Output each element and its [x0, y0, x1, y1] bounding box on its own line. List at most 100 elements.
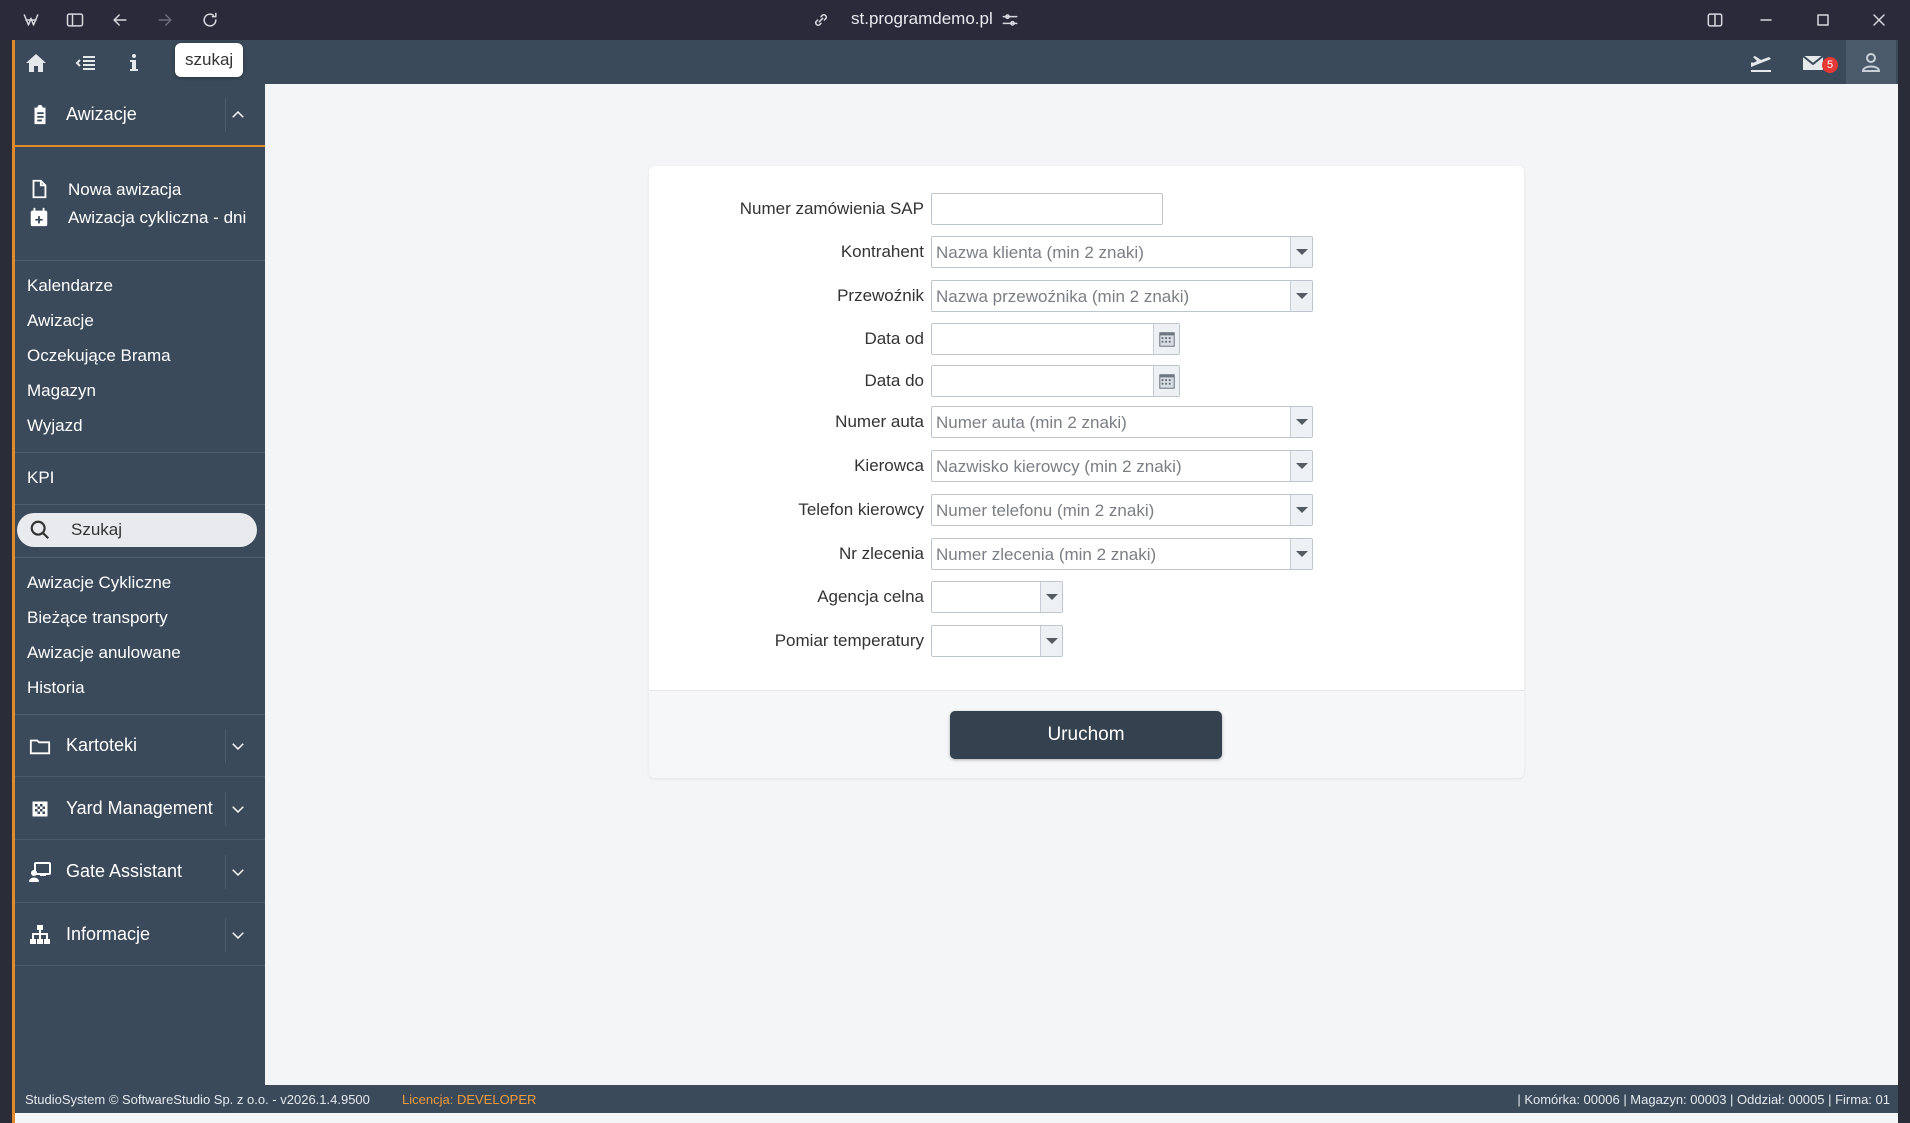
dropdown-arrow-icon[interactable] — [1290, 237, 1312, 267]
sidebar-item-magazyn[interactable]: Magazyn — [27, 381, 96, 401]
link-icon — [809, 8, 833, 32]
split-view-icon[interactable] — [1703, 8, 1727, 32]
sidebar-item-wyjazd[interactable]: Wyjazd — [27, 416, 83, 436]
dropdown-arrow-icon[interactable] — [1290, 451, 1312, 481]
app-logo-icon[interactable] — [19, 8, 43, 32]
form-row-data-od: Data od — [649, 323, 1524, 355]
data-do-input[interactable] — [931, 365, 1180, 397]
sitemap-icon — [28, 923, 52, 947]
dropdown-arrow-icon[interactable] — [1290, 495, 1312, 525]
form-row-data-do: Data do — [649, 365, 1524, 397]
field-label: Pomiar temperatury — [774, 631, 924, 650]
chevron-down-icon[interactable] — [228, 799, 248, 819]
field-label: Kontrahent — [840, 242, 924, 261]
numer-sap-input[interactable] — [931, 193, 1163, 225]
form-row-kierowca: Kierowca Nazwisko kierowcy (min 2 znaki) — [649, 450, 1524, 482]
sidebar-item-awizacje[interactable]: Awizacje — [27, 311, 94, 331]
sidebar-section-label: Kartoteki — [66, 735, 138, 755]
reload-icon[interactable] — [198, 8, 222, 32]
license-prefix: Licencja: — [402, 1092, 454, 1107]
field-label: Numer auta — [835, 412, 924, 431]
folder-icon — [28, 734, 52, 758]
sidebar-section-informacje[interactable]: Informacje — [15, 904, 265, 966]
field-label: Agencja celna — [817, 587, 924, 606]
chevron-down-icon[interactable] — [228, 862, 248, 882]
sidebar-item-oczekujace-brama[interactable]: Oczekujące Brama — [27, 346, 171, 366]
address-bar-url[interactable]: st.programdemo.pl — [851, 9, 993, 29]
dropdown-arrow-icon[interactable] — [1040, 626, 1062, 656]
sidebar-item-awizacje-cykliczne[interactable]: Awizacje Cykliczne — [27, 573, 171, 593]
sidebar-section-yard-management[interactable]: Yard Management — [15, 778, 265, 840]
chevron-down-icon[interactable] — [228, 736, 248, 756]
field-label: Data do — [864, 371, 924, 390]
back-icon[interactable] — [108, 8, 132, 32]
sidebar-section-gate-assistant[interactable]: Gate Assistant — [15, 841, 265, 903]
form-row-telefon-kierowcy: Telefon kierowcy Numer telefonu (min 2 z… — [649, 494, 1524, 526]
pomiar-temperatury-select[interactable] — [931, 625, 1063, 657]
context-info: | Komórka: 00006 | Magazyn: 00003 | Oddz… — [1517, 1092, 1890, 1107]
combo-placeholder: Nazwa klienta (min 2 znaki) — [936, 243, 1144, 262]
status-bar: StudioSystem © SoftwareStudio Sp. z o.o.… — [12, 1085, 1898, 1113]
form-row-nr-zlecenia: Nr zlecenia Numer zlecenia (min 2 znaki) — [649, 538, 1524, 570]
plane-icon[interactable] — [1748, 50, 1774, 76]
agencja-celna-select[interactable] — [931, 581, 1063, 613]
calendar-icon[interactable] — [1153, 366, 1179, 396]
form-row-kontrahent: Kontrahent Nazwa klienta (min 2 znaki) — [649, 236, 1524, 268]
home-icon[interactable] — [23, 50, 49, 76]
combo-placeholder: Nazwisko kierowcy (min 2 znaki) — [936, 457, 1182, 476]
przewoznik-combo[interactable]: Nazwa przewoźnika (min 2 znaki) — [931, 280, 1313, 312]
sidebar-section-label: Yard Management — [66, 798, 213, 818]
browser-toolbar: st.programdemo.pl — [0, 0, 1910, 40]
dropdown-arrow-icon[interactable] — [1290, 407, 1312, 437]
sidebar-item-awizacja-cykliczna[interactable]: Awizacja cykliczna - dni — [68, 208, 248, 228]
sidebar-item-kpi[interactable]: KPI — [27, 468, 54, 488]
clipboard-icon — [28, 103, 52, 127]
copyright-text: StudioSystem © SoftwareStudio Sp. z o.o.… — [25, 1092, 370, 1107]
field-label: Nr zlecenia — [838, 544, 924, 563]
form-row-pomiar-temperatury: Pomiar temperatury — [649, 625, 1524, 657]
sidebar-section-kartoteki[interactable]: Kartoteki — [15, 715, 265, 777]
field-label: Przewoźnik — [837, 286, 924, 305]
info-icon[interactable] — [121, 50, 147, 76]
minimize-icon[interactable] — [1754, 8, 1778, 32]
form-row-numer-sap: Numer zamówienia SAP — [649, 193, 1524, 225]
user-avatar[interactable] — [1846, 40, 1896, 84]
numer-auta-combo[interactable]: Numer auta (min 2 znaki) — [931, 406, 1313, 438]
nr-zlecenia-combo[interactable]: Numer zlecenia (min 2 znaki) — [931, 538, 1313, 570]
app-topbar: szukaj 5 — [15, 40, 1898, 84]
field-label: Data od — [864, 329, 924, 348]
run-button[interactable]: Uruchom — [950, 711, 1222, 759]
field-label: Telefon kierowcy — [798, 500, 924, 519]
telefon-kierowcy-combo[interactable]: Numer telefonu (min 2 znaki) — [931, 494, 1313, 526]
collapse-menu-icon[interactable] — [73, 50, 99, 76]
maximize-icon[interactable] — [1811, 8, 1835, 32]
form-row-przewoznik: Przewoźnik Nazwa przewoźnika (min 2 znak… — [649, 280, 1524, 312]
dropdown-arrow-icon[interactable] — [1290, 281, 1312, 311]
sidebar-item-historia[interactable]: Historia — [27, 678, 85, 698]
dropdown-arrow-icon[interactable] — [1290, 539, 1312, 569]
sidebar-search-input[interactable]: Szukaj — [17, 513, 257, 547]
sidebar: Awizacje Nowa awizacja Awizacja cykliczn… — [15, 84, 265, 1087]
dropdown-arrow-icon[interactable] — [1040, 582, 1062, 612]
chevron-down-icon[interactable] — [228, 925, 248, 945]
chevron-up-icon[interactable] — [228, 105, 248, 125]
search-icon — [29, 519, 51, 546]
sidebar-section-awizacje[interactable]: Awizacje — [15, 84, 265, 147]
kontrahent-combo[interactable]: Nazwa klienta (min 2 znaki) — [931, 236, 1313, 268]
sidebar-toggle-icon[interactable] — [63, 8, 87, 32]
combo-placeholder: Numer telefonu (min 2 znaki) — [936, 501, 1155, 520]
form-row-numer-auta: Numer auta Numer auta (min 2 znaki) — [649, 406, 1524, 438]
kierowca-combo[interactable]: Nazwisko kierowcy (min 2 znaki) — [931, 450, 1313, 482]
sidebar-item-nowa-awizacja[interactable]: Nowa awizacja — [68, 180, 181, 200]
calendar-icon[interactable] — [1153, 324, 1179, 354]
user-icon — [1859, 50, 1883, 74]
field-label: Numer zamówienia SAP — [739, 199, 924, 218]
sidebar-item-awizacje-anulowane[interactable]: Awizacje anulowane — [27, 643, 181, 663]
search-placeholder: Szukaj — [71, 520, 123, 539]
sidebar-item-biezace-transporty[interactable]: Bieżące transporty — [27, 608, 168, 628]
forward-icon[interactable] — [153, 8, 177, 32]
site-settings-icon[interactable] — [998, 8, 1022, 32]
data-od-input[interactable] — [931, 323, 1180, 355]
sidebar-item-kalendarze[interactable]: Kalendarze — [27, 276, 113, 296]
close-icon[interactable] — [1867, 8, 1891, 32]
